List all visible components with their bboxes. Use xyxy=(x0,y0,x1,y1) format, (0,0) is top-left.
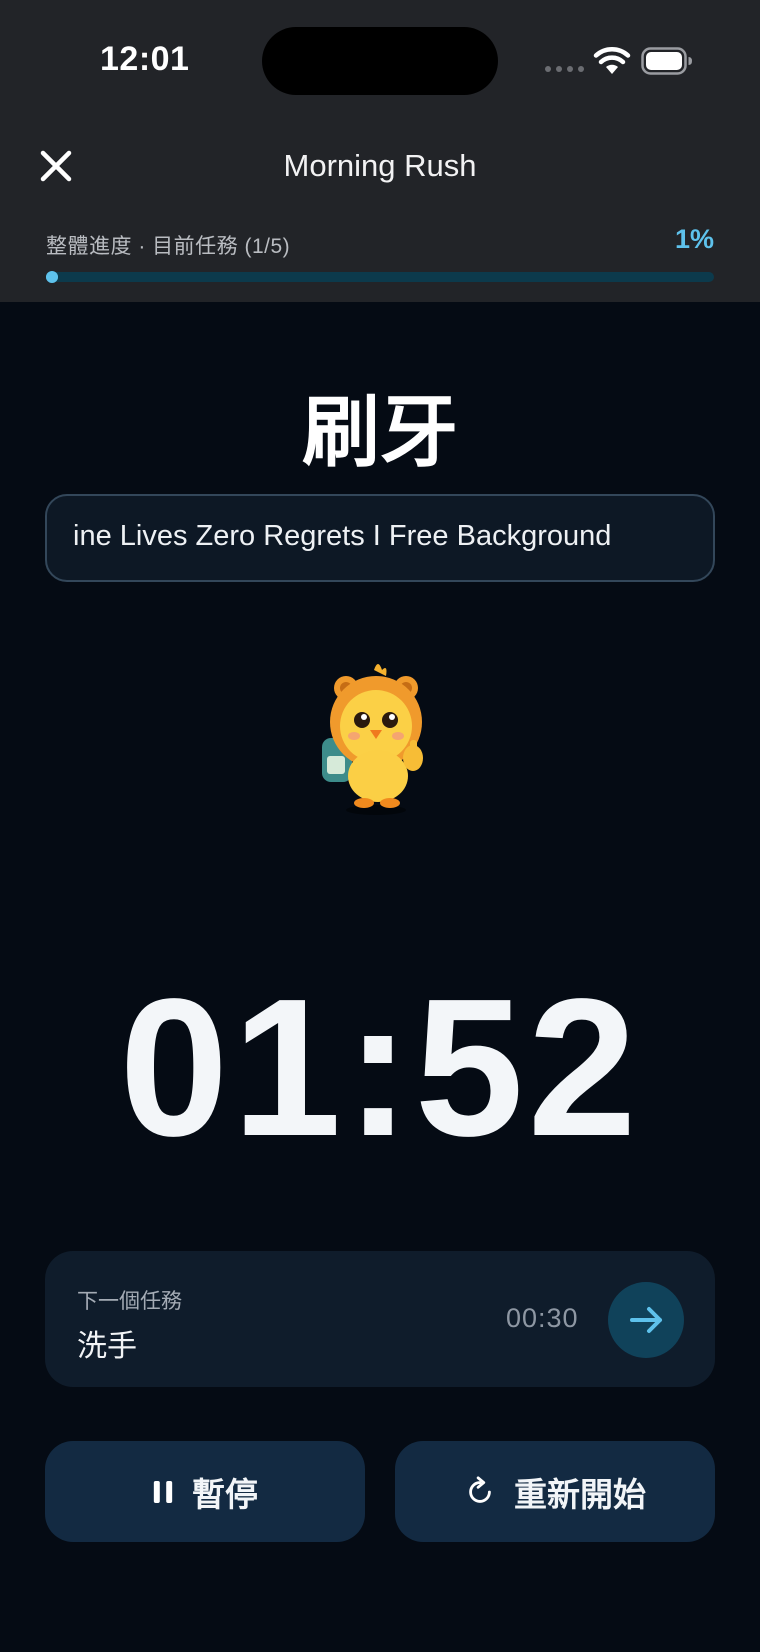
progress-bar xyxy=(46,271,714,283)
cellular-signal-icon xyxy=(545,66,584,72)
current-task-title: 刷牙 xyxy=(301,388,458,476)
wifi-icon xyxy=(593,47,631,74)
dynamic-island xyxy=(262,27,498,95)
progress-knob xyxy=(46,271,58,283)
navigation-bar: Morning Rush xyxy=(0,140,760,200)
status-bar: 12:01 xyxy=(0,0,760,120)
restart-icon xyxy=(469,1475,491,1503)
next-task-label: 下一個任務 xyxy=(77,1290,182,1313)
restart-button[interactable]: 重新開始 xyxy=(395,1441,715,1542)
next-task-duration: 00:30 xyxy=(506,1303,579,1333)
pause-icon xyxy=(153,1480,173,1503)
timer-screen: 12:01 Morning Rush 整體進度 · 目前任務 (1/5) 1% … xyxy=(0,0,760,1652)
progress-label: 整體進度 · 目前任務 (1/5) xyxy=(46,235,291,258)
battery-icon xyxy=(641,47,692,75)
next-task-name: 洗手 xyxy=(77,1330,137,1363)
next-task-card: 下一個任務 洗手 00:30 xyxy=(45,1251,715,1387)
pause-label: 暫停 xyxy=(192,1475,258,1513)
skip-to-next-button[interactable] xyxy=(608,1282,684,1358)
countdown-timer: 01:52 xyxy=(119,958,641,1177)
progress-percent: 1% xyxy=(674,224,714,254)
restart-label: 重新開始 xyxy=(514,1475,646,1513)
music-track-banner[interactable]: ine Lives Zero Regrets I Free Background xyxy=(45,494,715,582)
music-track-title: ine Lives Zero Regrets I Free Background xyxy=(73,520,612,552)
page-title: Morning Rush xyxy=(283,148,477,183)
arrow-right-icon xyxy=(630,1307,662,1333)
pause-button[interactable]: 暫停 xyxy=(45,1441,365,1542)
status-time: 12:01 xyxy=(100,40,190,78)
header-area: 12:01 Morning Rush 整體進度 · 目前任務 (1/5) 1% xyxy=(0,0,760,302)
mascot-icon xyxy=(322,664,423,815)
